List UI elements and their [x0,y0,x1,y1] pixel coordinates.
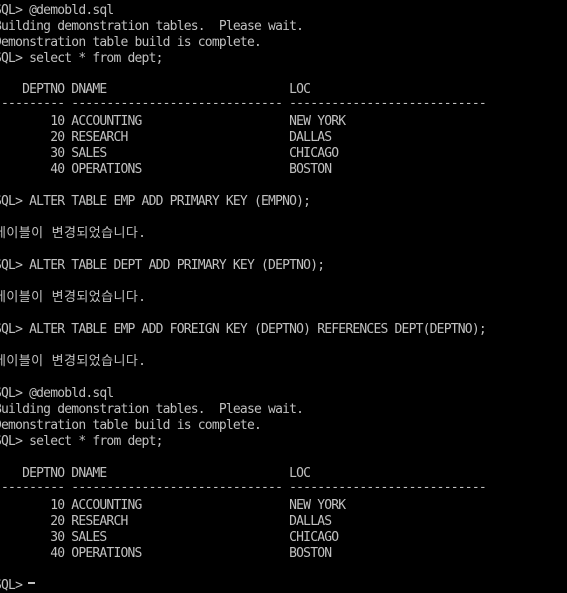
text-cursor [28,582,35,584]
table-row: 10 ACCOUNTING NEW YORK [0,114,346,129]
prompt-line: SQL> select * from dept; [0,51,163,66]
status-message: 테이블이 변경되었습니다. [0,226,147,241]
output-line: Building demonstration tables. Please wa… [0,19,304,34]
prompt-line: SQL> select * from dept; [0,434,163,449]
output-line: Building demonstration tables. Please wa… [0,402,304,417]
prompt-line: SQL> [0,578,23,593]
table-separator: ---------- -----------------------------… [0,480,487,495]
prompt-line: SQL> @demobld.sql [0,3,114,18]
table-row: 40 OPERATIONS BOSTON [0,546,332,561]
status-message: 테이블이 변경되었습니다. [0,354,147,369]
table-separator: ---------- -----------------------------… [0,96,487,111]
status-message: 테이블이 변경되었습니다. [0,290,147,305]
table-row: 30 SALES CHICAGO [0,530,339,545]
table-row: 40 OPERATIONS BOSTON [0,162,332,177]
table-row: 20 RESEARCH DALLAS [0,514,332,529]
output-line: Demonstration table build is complete. [0,35,262,50]
sqlplus-console[interactable]: SQL> @demobld.sql Building demonstration… [0,0,567,593]
prompt-line: SQL> ALTER TABLE EMP ADD PRIMARY KEY (EM… [0,194,311,209]
prompt-line: SQL> @demobld.sql [0,386,114,401]
prompt-line: SQL> ALTER TABLE EMP ADD FOREIGN KEY (DE… [0,322,487,337]
table-row: 10 ACCOUNTING NEW YORK [0,498,346,513]
table-row: 30 SALES CHICAGO [0,146,339,161]
output-line: Demonstration table build is complete. [0,418,262,433]
table-row: 20 RESEARCH DALLAS [0,130,332,145]
prompt-line: SQL> ALTER TABLE DEPT ADD PRIMARY KEY (D… [0,258,325,273]
